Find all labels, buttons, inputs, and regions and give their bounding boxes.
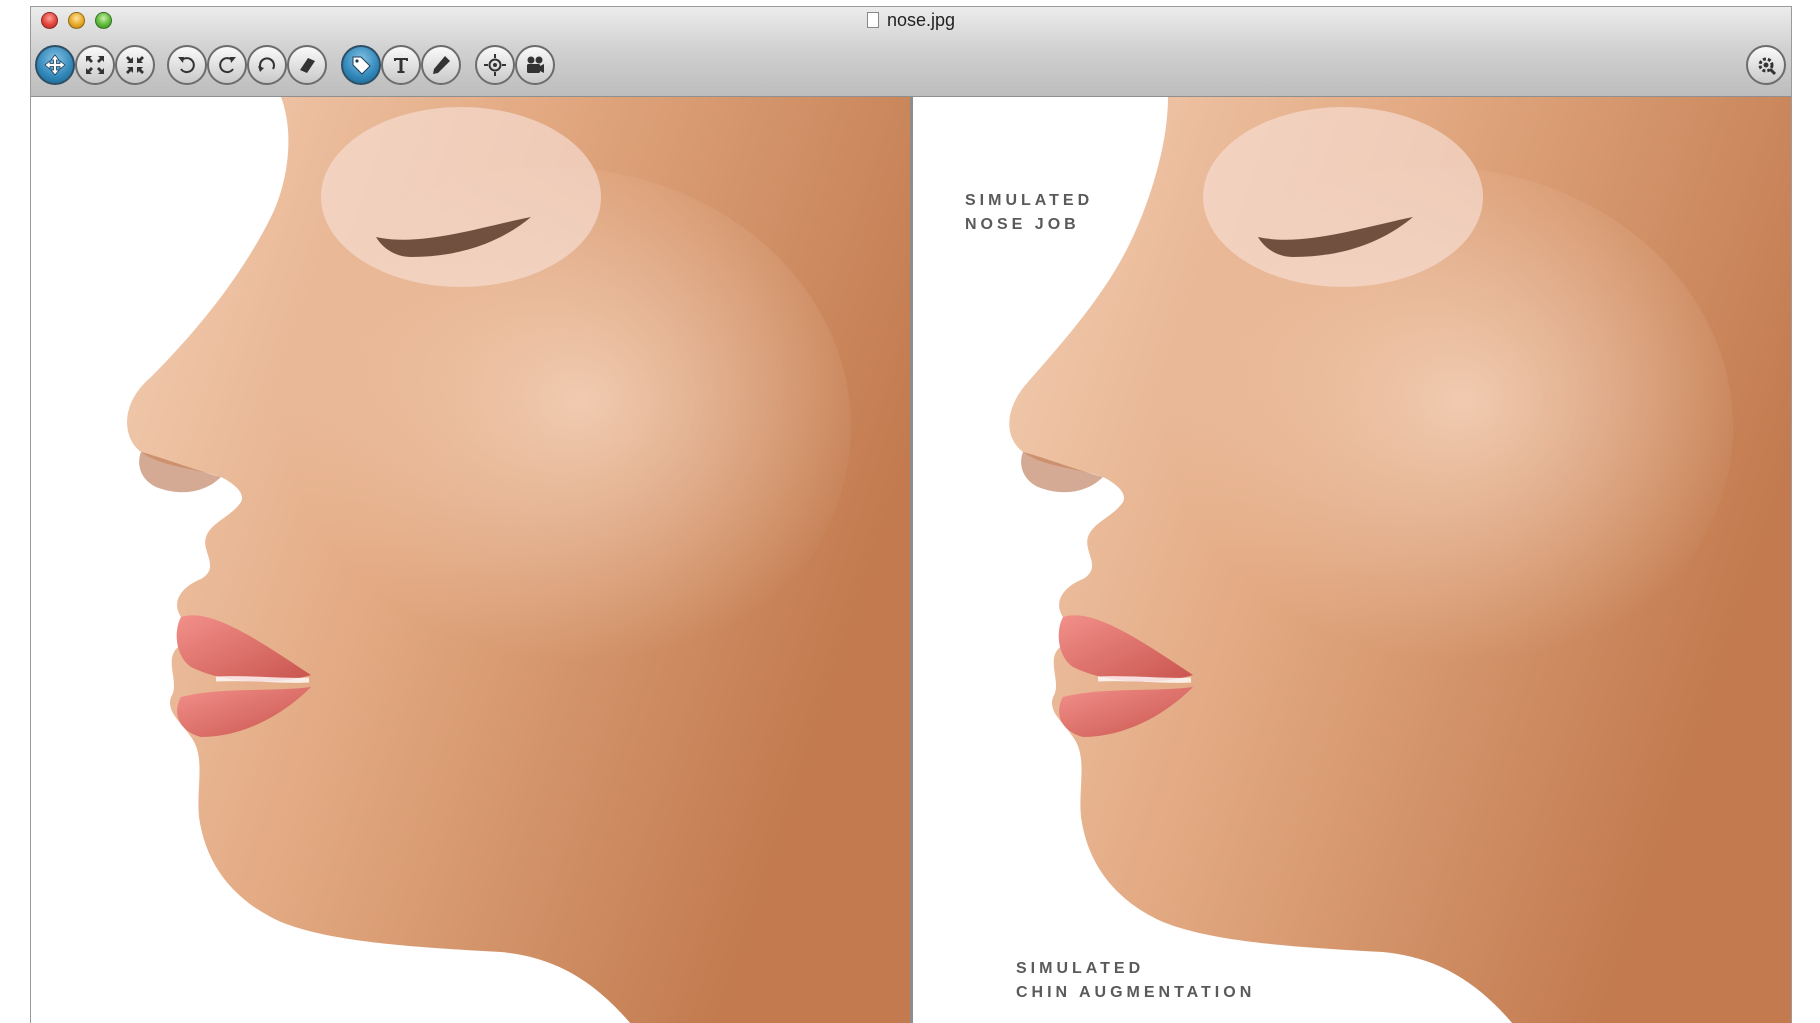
eraser-tool-button[interactable] (287, 45, 327, 85)
zoom-actual-icon (126, 56, 144, 74)
text-tool-button[interactable] (381, 45, 421, 85)
window-title-text: nose.jpg (886, 10, 956, 30)
camera-icon (527, 56, 544, 73)
nose-job-caption: SIMULATED NOSE JOB (965, 189, 1093, 237)
rotate-free-button[interactable] (247, 45, 287, 85)
target-tool-button[interactable] (475, 45, 515, 85)
text-icon (394, 58, 408, 73)
chin-caption-line1: SIMULATED (1016, 960, 1145, 977)
nose-caption-line2: NOSE JOB (965, 216, 1080, 233)
document-icon (866, 12, 879, 28)
window-title: nose.jpg (31, 10, 1791, 31)
chin-caption-line2: CHIN AUGMENTATION (1016, 984, 1256, 1001)
pen-tool-button[interactable] (421, 45, 461, 85)
camera-tool-button[interactable] (515, 45, 555, 85)
original-image-pane (31, 97, 910, 1023)
image-viewer-window: nose.jpg SIMULATED NOSE JOB SIMULATED CH… (30, 6, 1792, 1023)
settings-icon (1758, 57, 1777, 76)
tag-icon (352, 56, 371, 75)
target-icon (484, 54, 506, 76)
rotate-free-icon (258, 57, 275, 72)
eraser-icon (300, 58, 315, 73)
tag-tool-button[interactable] (341, 45, 381, 85)
zoom-actual-size-button[interactable] (115, 45, 155, 85)
original-face-photo (127, 97, 910, 1023)
rotate-left-button[interactable] (167, 45, 207, 85)
move-icon (44, 54, 66, 76)
title-bar: nose.jpg (31, 7, 1791, 97)
pen-icon (433, 56, 450, 74)
image-comparison-area: SIMULATED NOSE JOB SIMULATED CHIN AUGMEN… (31, 97, 1791, 1023)
zoom-to-fit-button[interactable] (75, 45, 115, 85)
nose-caption-line1: SIMULATED (965, 192, 1094, 209)
rotate-right-button[interactable] (207, 45, 247, 85)
settings-button[interactable] (1746, 45, 1786, 85)
chin-augmentation-caption: SIMULATED CHIN AUGMENTATION (1016, 957, 1255, 1005)
simulated-image-pane: SIMULATED NOSE JOB SIMULATED CHIN AUGMEN… (913, 97, 1791, 1023)
move-tool-button[interactable] (35, 45, 75, 85)
rotate-left-icon (178, 57, 195, 74)
zoom-fit-icon (86, 56, 104, 74)
rotate-right-icon (219, 57, 236, 74)
